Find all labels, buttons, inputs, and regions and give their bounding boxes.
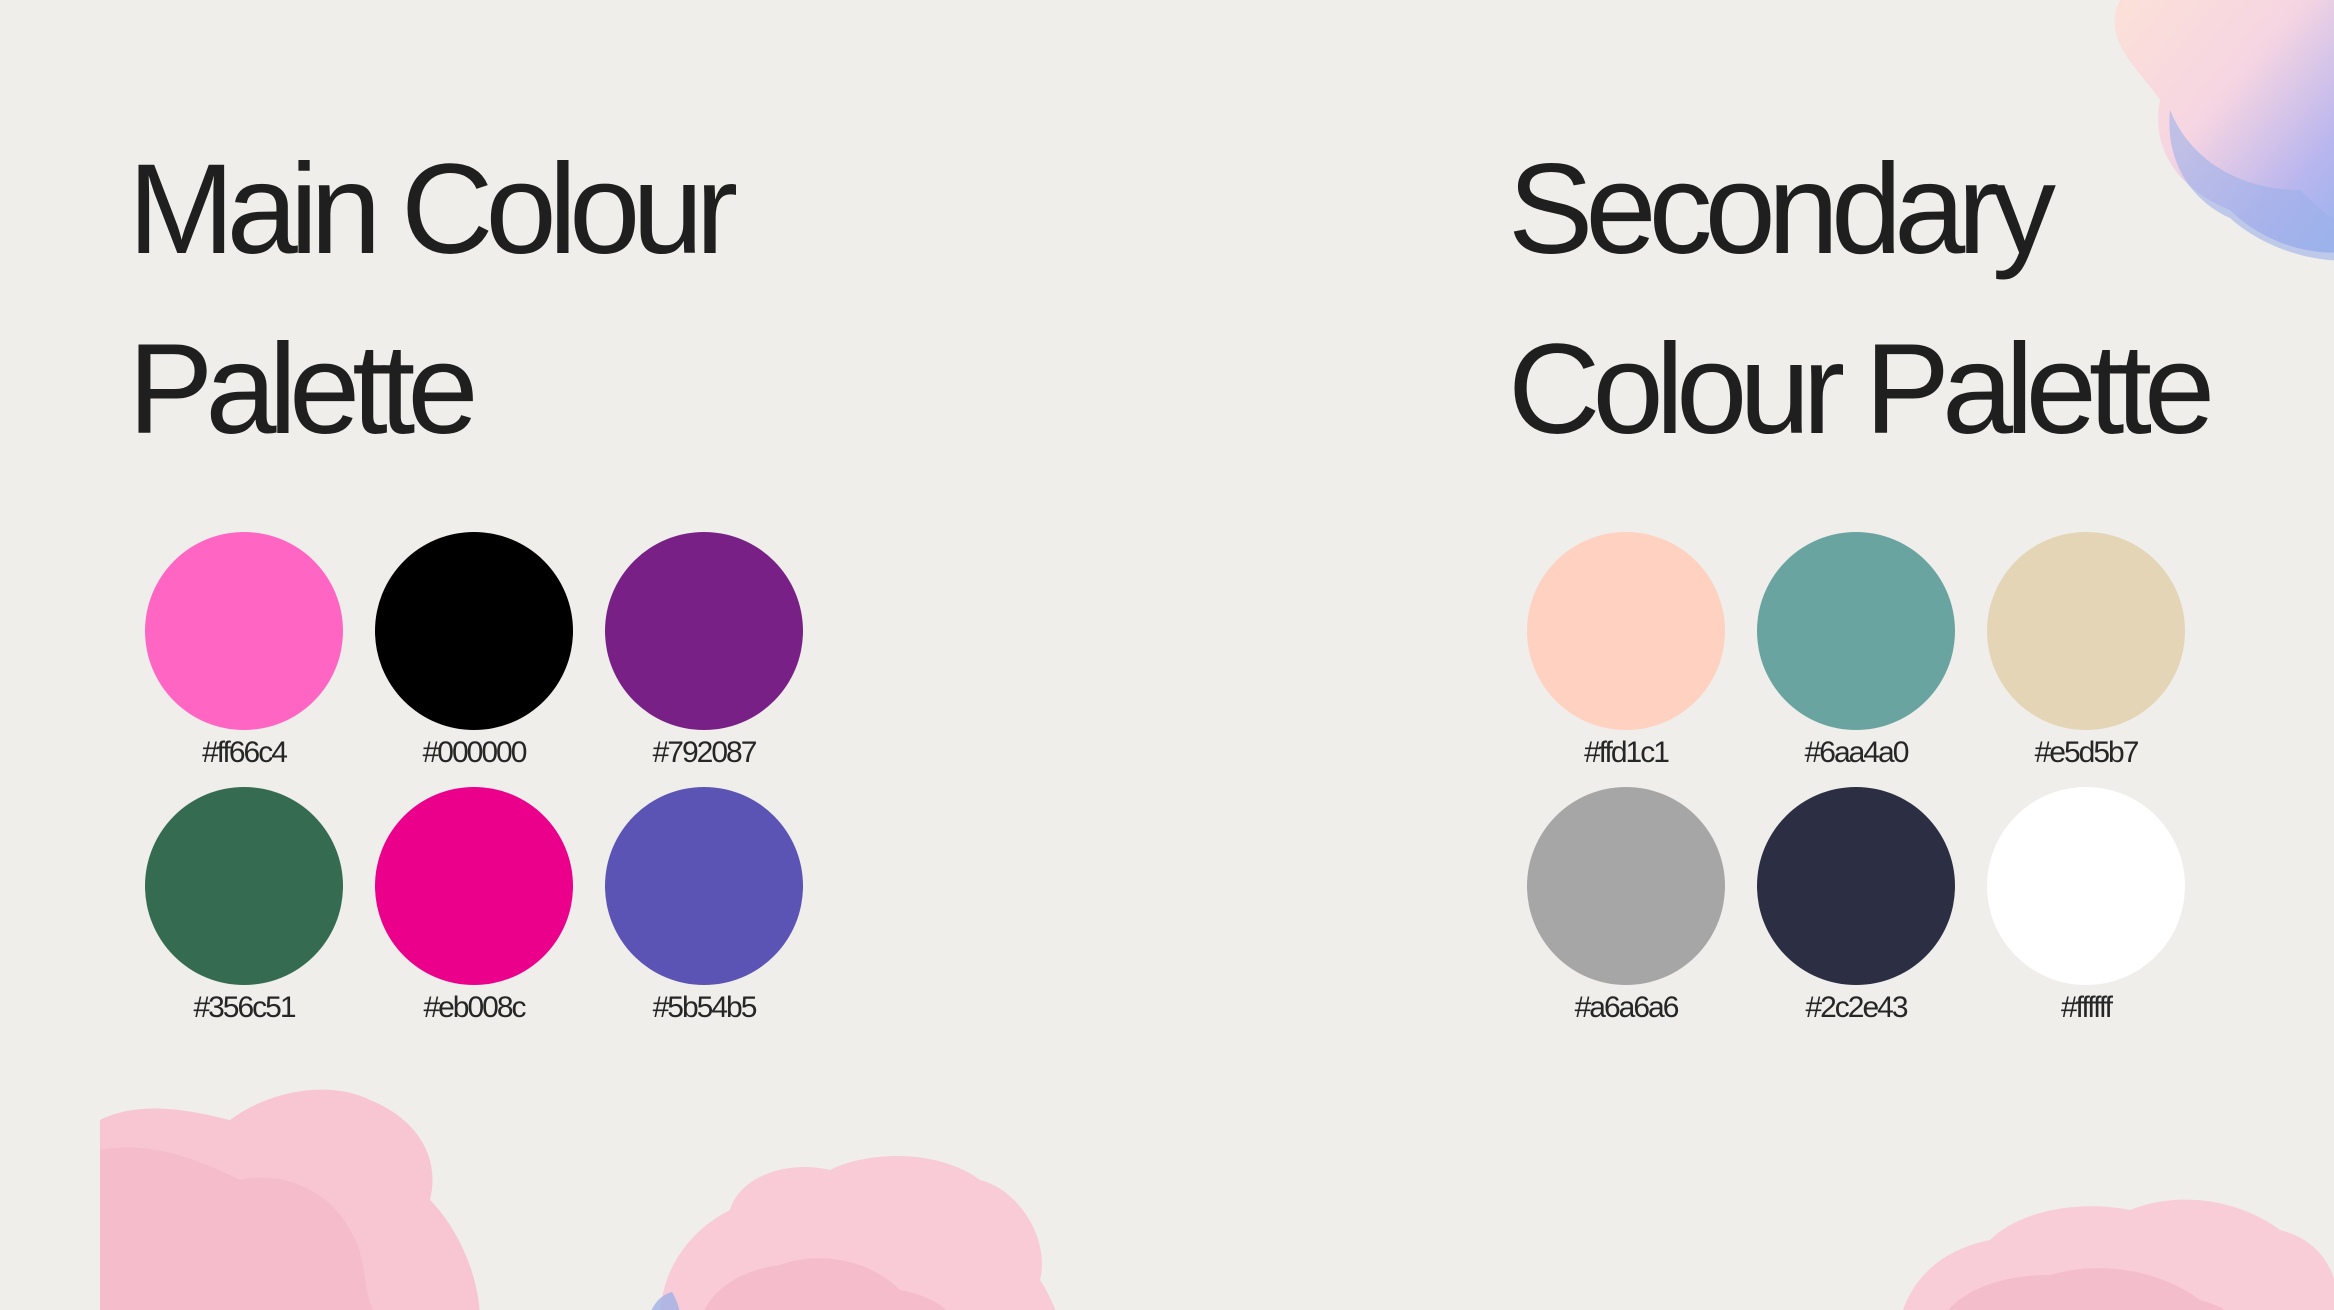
- hex-label: #a6a6a6: [1574, 991, 1680, 1024]
- hex-label: #792087: [652, 736, 758, 769]
- secondary-swatch: #a6a6a6: [1526, 787, 1726, 1028]
- color-circle: [145, 787, 343, 985]
- secondary-swatch: #ffffff: [1986, 787, 2186, 1028]
- secondary-palette-title: Secondary Colour Palette: [1508, 120, 2215, 480]
- color-circle: [1757, 787, 1955, 985]
- main-swatch: #ff66c4: [144, 532, 344, 773]
- color-circle: [1527, 787, 1725, 985]
- color-circle: [145, 532, 343, 730]
- secondary-swatch: #ffd1c1: [1526, 532, 1726, 773]
- secondary-palette-swatch-grid: #ffd1c1 #6aa4a0 #e5d5b7 #a6a6a6 #2c2e43 …: [1526, 532, 2186, 1028]
- hex-label: #5b54b5: [652, 991, 758, 1024]
- main-palette-title-line1: Main Colour: [128, 138, 738, 281]
- secondary-swatch: #2c2e43: [1756, 787, 1956, 1028]
- main-swatch: #eb008c: [374, 787, 574, 1028]
- main-swatch: #356c51: [144, 787, 344, 1028]
- secondary-swatch: #6aa4a0: [1756, 532, 1956, 773]
- main-palette-title-line2: Palette: [128, 318, 479, 461]
- color-circle: [605, 787, 803, 985]
- color-circle: [605, 532, 803, 730]
- color-circle: [375, 532, 573, 730]
- hex-label: #2c2e43: [1805, 991, 1908, 1024]
- main-swatch: #000000: [374, 532, 574, 773]
- main-swatch: #5b54b5: [604, 787, 804, 1028]
- main-swatch: #792087: [604, 532, 804, 773]
- secondary-palette-title-line2: Colour Palette: [1508, 318, 2215, 461]
- hex-label: #eb008c: [423, 991, 526, 1024]
- hex-label: #ffd1c1: [1584, 736, 1670, 769]
- color-circle: [1527, 532, 1725, 730]
- main-palette-title: Main Colour Palette: [128, 120, 738, 480]
- cloud-decoration-bottom-left: [100, 1089, 1056, 1310]
- hex-label: #6aa4a0: [1804, 736, 1910, 769]
- hex-label: #000000: [422, 736, 528, 769]
- hex-label: #ffffff: [2061, 991, 2113, 1024]
- secondary-palette-title-line1: Secondary: [1508, 138, 2056, 281]
- cloud-decoration-bottom-right: [1903, 1199, 2334, 1310]
- color-circle: [1757, 532, 1955, 730]
- color-circle: [1987, 787, 2185, 985]
- hex-label: #ff66c4: [202, 736, 288, 769]
- color-circle: [375, 787, 573, 985]
- secondary-swatch: #e5d5b7: [1986, 532, 2186, 773]
- color-circle: [1987, 532, 2185, 730]
- main-palette-swatch-grid: #ff66c4 #000000 #792087 #356c51 #eb008c …: [144, 532, 804, 1028]
- hex-label: #e5d5b7: [2034, 736, 2140, 769]
- hex-label: #356c51: [193, 991, 296, 1024]
- slide: Main Colour Palette #ff66c4 #000000 #792…: [0, 0, 2334, 1310]
